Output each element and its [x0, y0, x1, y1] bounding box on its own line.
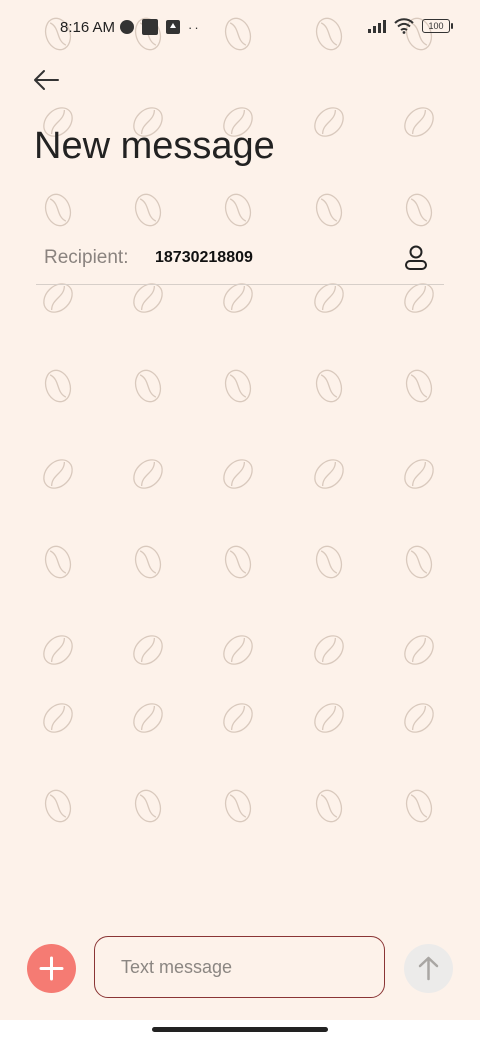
coffee-bean-decoration — [217, 629, 259, 671]
coffee-bean-decoration — [127, 697, 169, 739]
contact-picker-button[interactable] — [400, 242, 432, 274]
battery-level: 100 — [428, 21, 444, 31]
coffee-bean-decoration — [311, 366, 347, 406]
recipient-row[interactable]: Recipient: 18730218809 — [36, 236, 444, 285]
coffee-bean-decoration — [37, 697, 79, 739]
coffee-bean-decoration — [308, 629, 350, 671]
coffee-bean-decoration — [37, 453, 79, 495]
coffee-bean-decoration — [217, 453, 259, 495]
coffee-bean-decoration — [401, 366, 437, 406]
coffee-bean-decoration — [398, 453, 440, 495]
battery-icon: 100 — [422, 19, 453, 33]
coffee-bean-decoration — [398, 101, 440, 143]
arrow-up-icon — [418, 956, 439, 981]
coffee-bean-decoration — [308, 697, 350, 739]
coffee-bean-decoration — [311, 786, 347, 826]
coffee-bean-decoration — [401, 542, 437, 582]
contact-person-icon — [405, 245, 427, 270]
status-time: 8:16 AM — [60, 19, 116, 36]
coffee-bean-decoration — [40, 366, 76, 406]
back-button[interactable] — [28, 62, 68, 98]
status-notification-icons: ·· — [120, 19, 201, 35]
home-indicator[interactable] — [152, 1027, 328, 1032]
send-button[interactable] — [404, 944, 453, 993]
status-bar: 8:16 AM ·· 100 — [0, 0, 480, 56]
coffee-bean-decoration — [130, 786, 166, 826]
coffee-bean-decoration — [311, 542, 347, 582]
arrow-left-icon — [34, 70, 59, 90]
upload-icon — [166, 20, 180, 34]
status-system-icons: 100 — [368, 18, 453, 34]
signal-icon — [368, 19, 386, 33]
coffee-bean-decoration — [220, 190, 256, 230]
coffee-bean-decoration — [398, 629, 440, 671]
dots-icon: ·· — [188, 19, 201, 35]
coffee-bean-decoration — [311, 190, 347, 230]
coffee-bean-decoration — [40, 542, 76, 582]
coffee-bean-decoration — [40, 786, 76, 826]
coffee-bean-decoration — [37, 629, 79, 671]
coffee-bean-decoration — [127, 453, 169, 495]
plus-icon — [39, 956, 64, 981]
recipient-label: Recipient: — [44, 247, 129, 268]
text-message-input[interactable] — [94, 936, 385, 998]
circle-icon — [120, 20, 134, 34]
wifi-icon — [394, 18, 414, 34]
coffee-bean-decoration — [130, 366, 166, 406]
coffee-bean-decoration — [130, 542, 166, 582]
coffee-bean-decoration — [220, 542, 256, 582]
coffee-bean-decoration — [308, 101, 350, 143]
coffee-bean-decoration — [401, 190, 437, 230]
coffee-bean-decoration — [40, 190, 76, 230]
coffee-bean-decoration — [130, 190, 166, 230]
add-attachment-button[interactable] — [27, 944, 76, 993]
coffee-bean-decoration — [401, 786, 437, 826]
page-title: New message — [34, 125, 275, 167]
coffee-bean-decoration — [398, 697, 440, 739]
coffee-bean-decoration — [220, 366, 256, 406]
coffee-bean-decoration — [308, 453, 350, 495]
coffee-bean-decoration — [217, 697, 259, 739]
coffee-bean-decoration — [220, 786, 256, 826]
recipient-value[interactable]: 18730218809 — [155, 249, 253, 267]
coffee-bean-decoration — [127, 629, 169, 671]
square-icon — [142, 19, 158, 35]
